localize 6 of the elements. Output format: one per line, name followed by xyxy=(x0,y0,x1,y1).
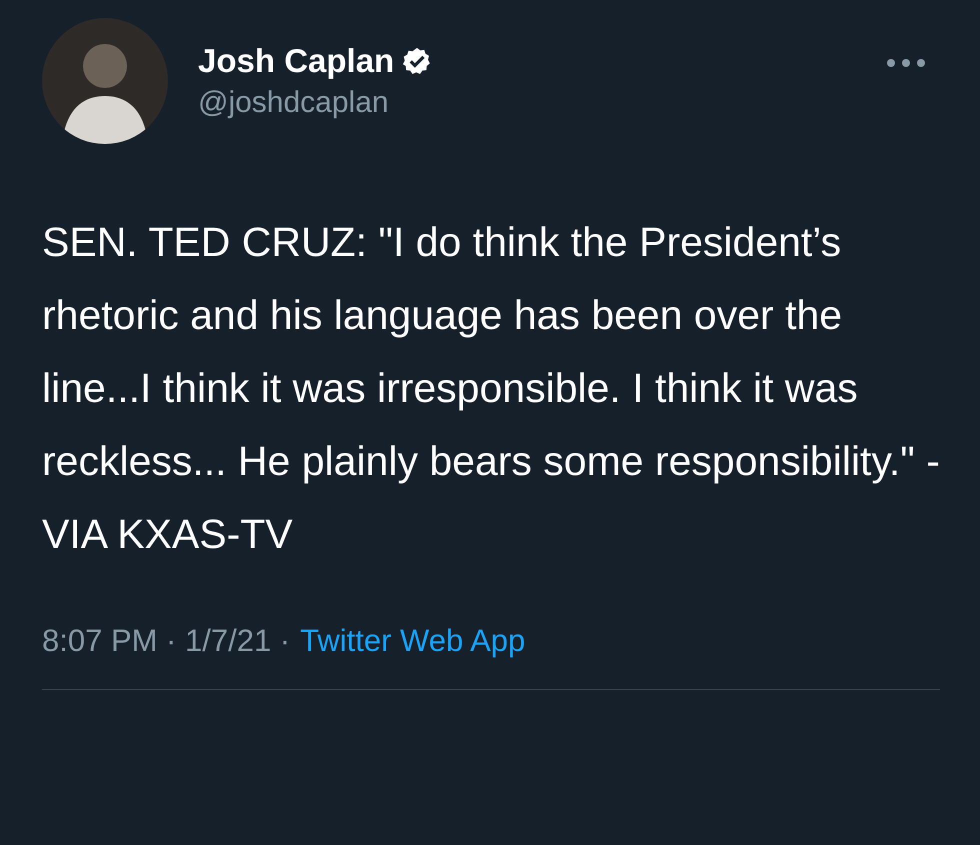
more-options-icon[interactable] xyxy=(886,58,926,68)
tweet-text: SEN. TED CRUZ: "I do think the President’s rhetoric and his language has been over the line...I think it was irresponsible. I think it was reckless... He plainly bears some responsibility." - VIA KXAS-TV xyxy=(42,218,941,559)
display-name[interactable]: Josh Caplan xyxy=(198,42,394,80)
username[interactable]: @joshdcaplan xyxy=(198,86,856,120)
timestamp[interactable]: 8:07 PM · 1/7/21 · xyxy=(42,623,290,659)
source-link[interactable]: Twitter Web App xyxy=(300,623,526,659)
